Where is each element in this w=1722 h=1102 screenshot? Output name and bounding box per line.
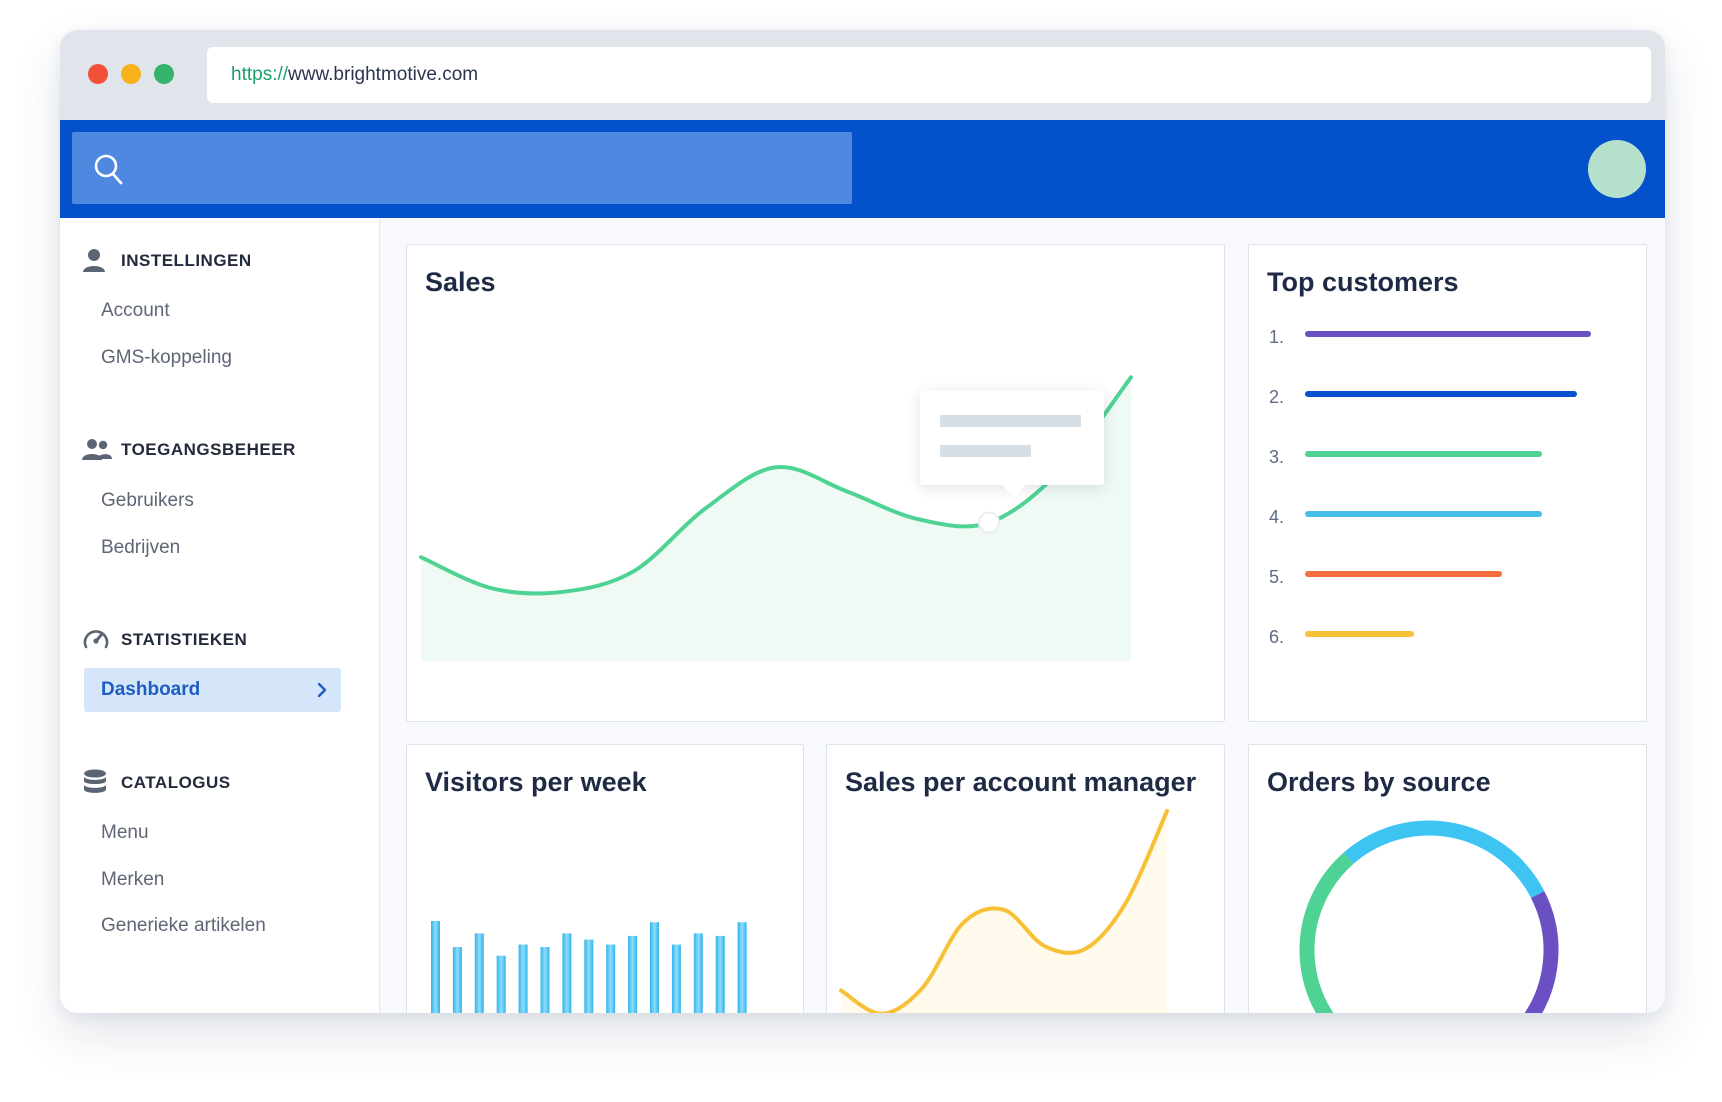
rank-label: 6. [1269, 627, 1285, 647]
orders-card: Orders by source [1248, 744, 1647, 1013]
rank-label: 2. [1269, 387, 1285, 407]
visitors-card: Visitors per week [406, 744, 804, 1013]
rank-bar[interactable] [1305, 451, 1543, 457]
sidebar-section-title: INSTELLINGEN [121, 251, 252, 270]
visitors-bar[interactable] [431, 921, 440, 1013]
sidebar-item-generieke-artikelen[interactable]: Generieke artikelen [101, 915, 266, 937]
visitors-bar[interactable] [452, 947, 462, 1013]
browser-window: https://www.brightmotive.com INSTELLINGE… [60, 30, 1665, 1013]
minimize-window-button[interactable] [121, 64, 141, 84]
sidebar-section-title: TOEGANGSBEHEER [121, 440, 296, 459]
avatar[interactable] [1588, 140, 1646, 198]
sidebar-section-title: CATALOGUS [121, 773, 231, 792]
card-title: Top customers [1267, 267, 1459, 297]
visitors-bar[interactable] [496, 955, 506, 1013]
sidebar-item-dashboard[interactable]: Dashboard [84, 668, 341, 712]
user-icon [83, 249, 105, 272]
visitors-bar[interactable] [737, 922, 747, 1013]
maximize-window-button[interactable] [154, 64, 174, 84]
sidebar-item-bedrijven[interactable]: Bedrijven [101, 537, 180, 559]
users-icon [82, 439, 112, 460]
app-header [60, 120, 1665, 218]
search-input[interactable] [72, 132, 852, 204]
rank-label: 5. [1269, 567, 1285, 587]
close-window-button[interactable] [88, 64, 108, 84]
tooltip-line [940, 415, 1081, 427]
orders-chart [1299, 820, 1559, 1013]
sidebar-item-menu[interactable]: Menu [101, 822, 149, 844]
chart-highlight-point[interactable] [978, 511, 1000, 534]
donut-slice[interactable] [1299, 852, 1360, 1013]
visitors-bar[interactable] [562, 933, 572, 1013]
chevron-right-icon [317, 682, 327, 698]
rank-bar[interactable] [1305, 631, 1414, 637]
url-host: www.brightmotive.com [288, 64, 479, 85]
browser-titlebar: https://www.brightmotive.com [60, 30, 1665, 120]
search-icon [94, 154, 123, 185]
rank-label: 4. [1269, 507, 1285, 527]
visitors-bar[interactable] [606, 944, 616, 1013]
top-customers-card: Top customers 1. 2. 3. 4. 5. 6. [1248, 244, 1647, 722]
visitors-bar[interactable] [671, 944, 681, 1013]
account-manager-card: Sales per account manager [826, 744, 1225, 1013]
sidebar-item-merken[interactable]: Merken [101, 869, 164, 891]
rank-bar[interactable] [1305, 511, 1543, 517]
visitors-bar[interactable] [584, 939, 594, 1013]
visitors-bar[interactable] [518, 944, 528, 1013]
visitors-bar[interactable] [715, 935, 725, 1013]
sidebar-item-gms-koppeling[interactable]: GMS-koppeling [101, 347, 232, 369]
rank-label: 3. [1269, 447, 1285, 467]
sales-card: Sales [406, 244, 1225, 722]
chart-tooltip [920, 391, 1104, 497]
database-icon [84, 769, 106, 793]
visitors-bar[interactable] [628, 935, 638, 1013]
tooltip-line [940, 445, 1031, 457]
rank-bar[interactable] [1305, 391, 1577, 397]
visitors-bar[interactable] [540, 947, 550, 1013]
rank-bar[interactable] [1305, 331, 1591, 337]
tooltip-caret [1002, 485, 1026, 497]
address-bar[interactable]: https://www.brightmotive.com [207, 47, 1651, 103]
visitors-bar[interactable] [650, 922, 659, 1013]
sidebar-section-title: STATISTIEKEN [121, 630, 248, 649]
sidebar-item-account[interactable]: Account [101, 300, 170, 322]
donut-slice[interactable] [1396, 891, 1559, 1013]
speedometer-icon [83, 630, 109, 649]
visitors-bar[interactable] [474, 933, 484, 1013]
visitors-bar[interactable] [693, 933, 703, 1013]
account-manager-chart [839, 809, 1169, 1013]
url-scheme: https:// [231, 64, 289, 85]
rank-bar[interactable] [1305, 571, 1503, 577]
sidebar-item-gebruikers[interactable]: Gebruikers [101, 490, 194, 512]
sidebar: INSTELLINGEN Account GMS-koppeling TOEGA… [60, 218, 380, 1013]
sidebar-item-label: Dashboard [101, 679, 201, 700]
donut-slice[interactable] [1343, 820, 1545, 898]
visitors-chart [431, 921, 747, 1013]
rank-label: 1. [1269, 327, 1285, 347]
